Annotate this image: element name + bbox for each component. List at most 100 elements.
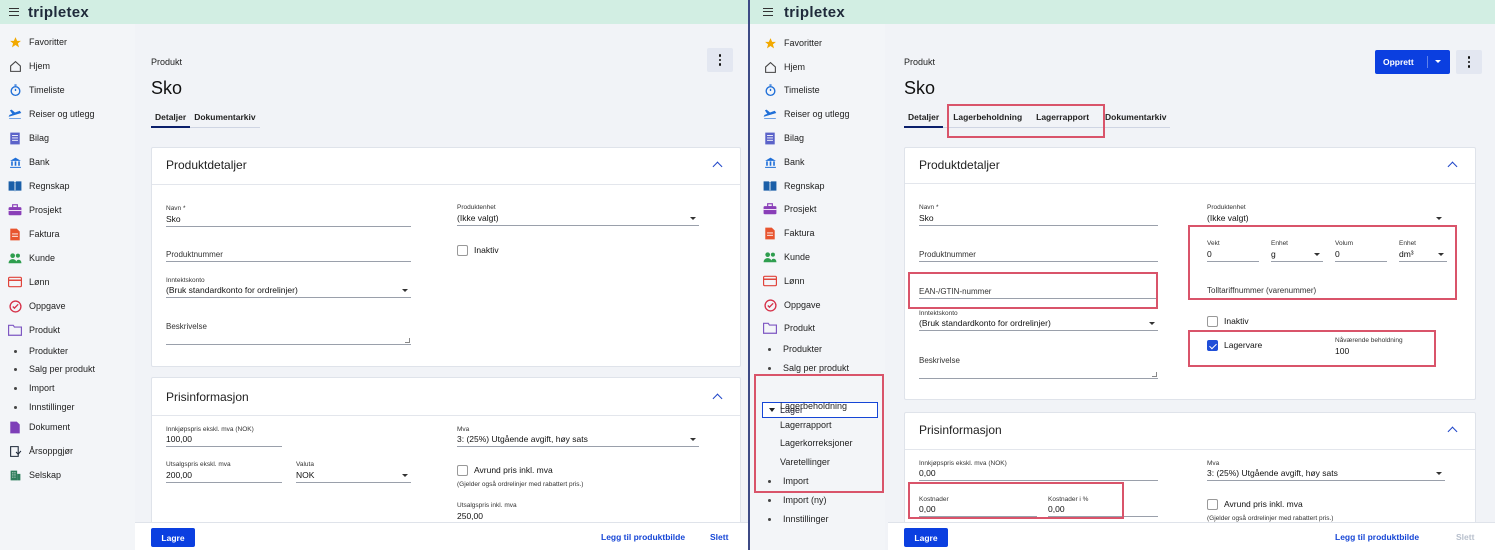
sidebar-item-faktura[interactable]: Faktura (750, 222, 885, 244)
sidebar-sub-lagerrapport[interactable]: Lagerrapport (780, 416, 832, 434)
inactive-checkbox[interactable] (1207, 316, 1218, 327)
delete-link[interactable]: Slett (710, 532, 728, 542)
add-product-image-link[interactable]: Legg til produktbilde (1335, 532, 1419, 542)
sidebar-item-bank[interactable]: Bank (0, 151, 135, 173)
sidebar-item-lonn[interactable]: Lønn (750, 270, 885, 292)
sidebar-sub-import[interactable]: Import (0, 379, 135, 397)
round-price-checkbox[interactable] (1207, 499, 1218, 510)
product-unit-select[interactable]: Produktenhet (Ikke valgt) (1207, 204, 1445, 226)
sidebar-sub-salg-per-produkt[interactable]: Salg per produkt (750, 359, 885, 377)
sidebar-item-timeliste[interactable]: Timeliste (750, 79, 885, 101)
more-options-button[interactable] (707, 48, 733, 72)
tab-dokumentarkiv[interactable]: Dokumentarkiv (1101, 110, 1170, 128)
sidebar-item-oppgave[interactable]: Oppgave (750, 294, 885, 316)
income-account-select[interactable]: Inntektskonto (Bruk standardkonto for or… (166, 277, 411, 298)
stock-item-checkbox[interactable] (1207, 340, 1218, 351)
menu-icon[interactable] (763, 8, 773, 16)
volume-unit-select[interactable]: Enhet dm³ (1399, 240, 1447, 262)
name-field[interactable]: Navn * Sko (919, 204, 1158, 226)
sidebar-item-timeliste[interactable]: Timeliste (0, 79, 135, 101)
inactive-checkbox[interactable] (457, 245, 468, 256)
collapse-chevron-icon[interactable] (712, 161, 723, 172)
collapse-chevron-icon[interactable] (712, 393, 723, 404)
sidebar-item-kunde[interactable]: Kunde (750, 246, 885, 268)
sidebar-sub-innstillinger[interactable]: Innstillinger (750, 510, 885, 528)
sidebar-item-arsoppgjor[interactable]: Årsoppgjør (0, 440, 135, 462)
weight-field[interactable]: Vekt 0 (1207, 240, 1259, 262)
menu-icon[interactable] (9, 8, 19, 16)
sidebar-sub-lagerbeholdning[interactable]: Lagerbeholdning (780, 397, 847, 415)
dropdown-caret-icon[interactable] (1435, 60, 1441, 63)
sidebar-sub-lagerkorreksjoner[interactable]: Lagerkorreksjoner (780, 434, 853, 452)
vat-select[interactable]: Mva 3: (25%) Utgående avgift, høy sats (1207, 460, 1445, 481)
tab-detaljer[interactable]: Detaljer (151, 110, 191, 128)
sidebar-item-bank[interactable]: Bank (750, 151, 885, 173)
more-options-button[interactable] (1456, 50, 1482, 74)
sidebar-item-regnskap[interactable]: Regnskap (0, 175, 135, 197)
sidebar-item-reiser[interactable]: Reiser og utlegg (0, 103, 135, 125)
sidebar-item-favoritter[interactable]: Favoritter (0, 31, 135, 53)
save-button[interactable]: Lagre (151, 528, 195, 547)
tab-detaljer[interactable]: Detaljer (904, 110, 944, 128)
sidebar-item-prosjekt[interactable]: Prosjekt (0, 199, 135, 221)
sidebar-sub-produkter[interactable]: Produkter (0, 342, 135, 360)
sidebar-item-regnskap[interactable]: Regnskap (750, 175, 885, 197)
sidebar-item-kunde[interactable]: Kunde (0, 247, 135, 269)
breadcrumb[interactable]: Produkt (904, 57, 935, 67)
sidebar-item-produkt[interactable]: Produkt (0, 319, 135, 341)
sidebar-item-hjem[interactable]: Hjem (0, 55, 135, 77)
sidebar-item-bilag[interactable]: Bilag (750, 127, 885, 149)
sidebar-sub-import[interactable]: Import (750, 472, 885, 490)
resize-handle-icon[interactable] (405, 338, 410, 343)
sidebar-item-reiser[interactable]: Reiser og utlegg (750, 103, 885, 125)
sidebar-item-selskap[interactable]: Selskap (0, 464, 135, 486)
tab-lagerrapport[interactable]: Lagerrapport (1032, 110, 1093, 128)
purchase-price-field[interactable]: Innkjøpspris ekskl. mva (NOK) 0,00 (919, 460, 1158, 481)
sidebar-item-oppgave[interactable]: Oppgave (0, 295, 135, 317)
dropdown-caret-icon (1438, 253, 1444, 256)
product-unit-select[interactable]: Produktenhet (Ikke valgt) (457, 204, 699, 226)
sidebar-item-produkt[interactable]: Produkt (750, 317, 885, 339)
cost-percent-field[interactable]: Kostnader i % 0,00 (1048, 496, 1158, 517)
vat-select[interactable]: Mva 3: (25%) Utgående avgift, høy sats (457, 426, 699, 447)
currency-select[interactable]: Valuta NOK (296, 461, 411, 483)
tab-dokumentarkiv[interactable]: Dokumentarkiv (190, 110, 259, 128)
collapse-chevron-icon[interactable] (1447, 161, 1458, 172)
app-logo[interactable]: tripletex (784, 4, 845, 21)
name-field[interactable]: Navn * Sko (166, 205, 411, 227)
sidebar-item-prosjekt[interactable]: Prosjekt (750, 198, 885, 220)
sidebar-sub-salg-per-produkt[interactable]: Salg per produkt (0, 360, 135, 378)
customs-number-field[interactable]: Tolltariffnummer (varenummer) (1207, 280, 1445, 297)
sidebar-item-bilag[interactable]: Bilag (0, 127, 135, 149)
breadcrumb[interactable]: Produkt (151, 57, 182, 67)
create-button[interactable]: Opprett (1375, 50, 1450, 74)
sidebar-item-favoritter[interactable]: Favoritter (750, 32, 885, 54)
sidebar-item-faktura[interactable]: Faktura (0, 223, 135, 245)
tab-lagerbeholdning[interactable]: Lagerbeholdning (949, 110, 1026, 128)
description-textarea[interactable]: Beskrivelse (166, 320, 411, 345)
sidebar-sub-innstillinger[interactable]: Innstillinger (0, 398, 135, 416)
app-logo[interactable]: tripletex (28, 4, 89, 21)
sidebar-sub-import-ny[interactable]: Import (ny) (750, 491, 885, 509)
add-product-image-link[interactable]: Legg til produktbilde (601, 532, 685, 542)
round-price-checkbox[interactable] (457, 465, 468, 476)
product-number-field[interactable]: Produktnummer (166, 244, 411, 262)
product-number-field[interactable]: Produktnummer (919, 244, 1158, 262)
purchase-price-field[interactable]: Innkjøpspris ekskl. mva (NOK) 100,00 (166, 426, 282, 447)
ean-field[interactable]: EAN-/GTIN-nummer (919, 280, 1158, 299)
resize-handle-icon[interactable] (1152, 372, 1157, 377)
collapse-chevron-icon[interactable] (1447, 426, 1458, 437)
round-price-hint: (Gjelder også ordrelinjer med rabattert … (457, 481, 584, 488)
income-account-select[interactable]: Inntektskonto (Bruk standardkonto for or… (919, 310, 1158, 331)
sidebar-sub-varetellinger[interactable]: Varetellinger (780, 453, 830, 471)
sidebar-sub-produkter[interactable]: Produkter (750, 340, 885, 358)
sidebar-item-dokument[interactable]: Dokument (0, 416, 135, 438)
volume-field[interactable]: Volum 0 (1335, 240, 1387, 262)
weight-unit-select[interactable]: Enhet g (1271, 240, 1323, 262)
description-textarea[interactable]: Beskrivelse (919, 354, 1158, 379)
save-button[interactable]: Lagre (904, 528, 948, 547)
sales-price-field[interactable]: Utsalgspris ekskl. mva 200,00 (166, 461, 282, 483)
cost-field[interactable]: Kostnader 0,00 (919, 496, 1037, 517)
sidebar-item-hjem[interactable]: Hjem (750, 56, 885, 78)
sidebar-item-lonn[interactable]: Lønn (0, 271, 135, 293)
